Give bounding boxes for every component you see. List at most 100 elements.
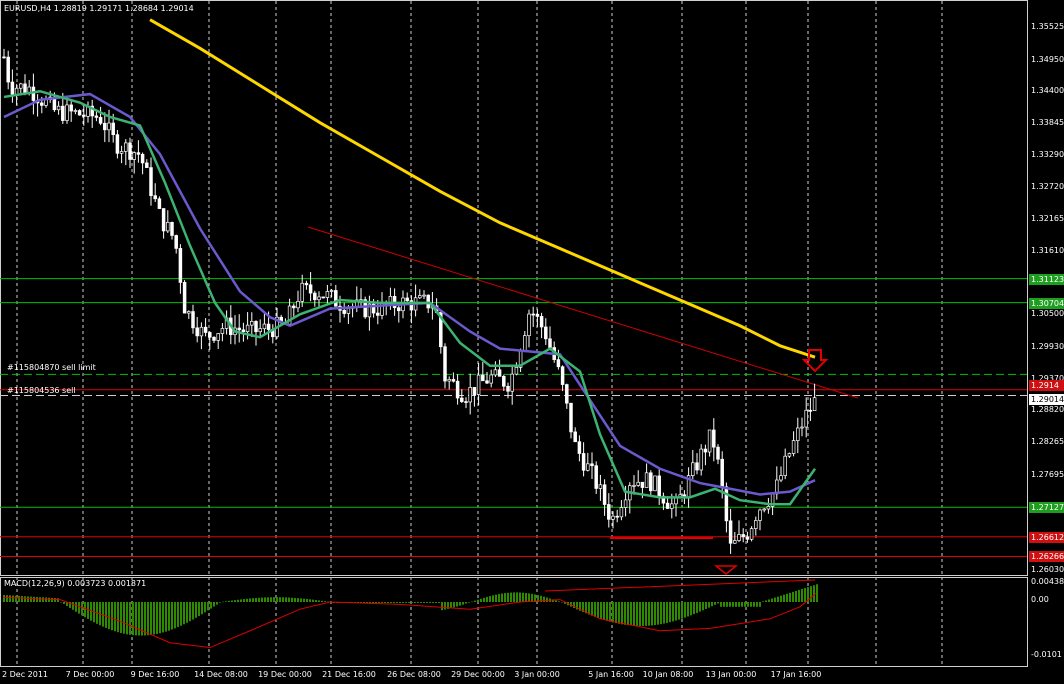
macd-bar	[678, 602, 680, 620]
candle	[602, 484, 607, 505]
macd-divergence-line	[544, 579, 816, 592]
candle	[266, 323, 271, 330]
candle	[334, 290, 338, 307]
candle	[716, 446, 720, 460]
macd-bar	[753, 602, 755, 607]
macd-bar	[255, 597, 257, 602]
price-tick: 1.30704	[1029, 297, 1064, 309]
price-tick: 1.27695	[1031, 469, 1064, 479]
price-tick: 1.26612	[1029, 531, 1064, 543]
macd-bar	[39, 597, 41, 602]
time-tick: 10 Jan 08:00	[642, 670, 694, 679]
candle	[397, 307, 401, 312]
macd-bar	[708, 602, 710, 608]
macd-bar	[420, 602, 422, 603]
candle	[258, 328, 262, 333]
macd-bar	[477, 599, 479, 602]
macd-bar	[765, 600, 767, 602]
macd-bar	[273, 597, 275, 602]
candle	[703, 448, 708, 453]
candle	[405, 297, 409, 302]
macd-bar	[693, 602, 695, 615]
candle	[598, 484, 603, 489]
macd-bar	[369, 602, 371, 603]
macd-bar	[471, 601, 473, 603]
macd-bar	[543, 596, 545, 602]
order-label-sell[interactable]: #115804536 sell	[7, 386, 76, 395]
macd-bar	[312, 599, 314, 602]
candle	[2, 56, 6, 59]
macd-bar	[633, 602, 635, 626]
macd-bar	[81, 602, 83, 616]
candle	[464, 401, 468, 403]
macd-bar	[135, 602, 137, 636]
candle	[296, 301, 300, 309]
candle	[308, 284, 313, 294]
macd-bar	[402, 602, 404, 603]
macd-bar	[810, 586, 812, 602]
macd-bar	[786, 593, 788, 602]
macd-bar	[132, 602, 134, 636]
macd-bar	[525, 592, 527, 602]
macd-bar	[801, 589, 803, 602]
candle	[65, 104, 69, 121]
macd-bar	[561, 602, 563, 603]
macd-bar	[711, 602, 713, 607]
candle	[640, 481, 645, 488]
candle	[506, 385, 510, 392]
candle	[426, 294, 430, 309]
macd-bar	[450, 602, 452, 609]
macd-bar	[324, 601, 326, 602]
candle	[342, 309, 346, 314]
macd-bar	[465, 602, 467, 604]
candle	[741, 534, 745, 538]
macd-bar	[804, 588, 806, 602]
macd-bar	[243, 599, 245, 602]
candle	[170, 221, 174, 236]
macd-bar	[519, 592, 521, 602]
macd-bar	[522, 592, 524, 602]
macd-bar	[258, 597, 260, 602]
macd-bar	[237, 599, 239, 602]
candle	[691, 462, 695, 476]
order-label-sell-limit[interactable]: #115804870 sell limit	[7, 363, 96, 372]
candle	[115, 134, 120, 154]
price-tick: 1.26266	[1029, 551, 1064, 563]
macd-bar	[270, 597, 272, 602]
macd-bar	[306, 598, 308, 602]
price-tick: 1.30500	[1031, 309, 1064, 319]
macd-bar	[516, 592, 518, 602]
macd-bar	[315, 600, 317, 602]
candle	[762, 508, 766, 511]
candle	[304, 282, 309, 286]
macd-bar	[30, 596, 32, 602]
price-chart[interactable]	[0, 0, 1064, 684]
price-tick: 1.33845	[1031, 117, 1064, 127]
macd-bar	[756, 602, 758, 607]
candle	[455, 380, 460, 399]
candle	[670, 503, 674, 509]
macd-bar	[669, 602, 671, 623]
macd-tick: -0.0101	[1031, 650, 1062, 659]
macd-bar	[36, 596, 38, 602]
macd-bar	[645, 602, 647, 626]
macd-bar	[555, 600, 557, 602]
macd-bar	[792, 591, 794, 602]
macd-bar	[111, 602, 113, 631]
macd-bar	[498, 594, 500, 602]
candle	[191, 311, 195, 329]
macd-bar	[600, 602, 602, 619]
macd-bar	[507, 592, 509, 602]
macd-bar	[318, 600, 320, 602]
macd-bar	[627, 602, 629, 626]
macd-bar	[75, 602, 77, 612]
candle	[787, 453, 792, 457]
candle	[586, 463, 590, 471]
candle	[19, 83, 23, 89]
macd-bar	[642, 602, 644, 626]
price-tick: 1.35525	[1031, 21, 1064, 31]
candle	[653, 475, 657, 492]
macd-bar	[219, 602, 221, 603]
macd-bar	[486, 596, 488, 602]
macd-bar	[591, 602, 593, 616]
